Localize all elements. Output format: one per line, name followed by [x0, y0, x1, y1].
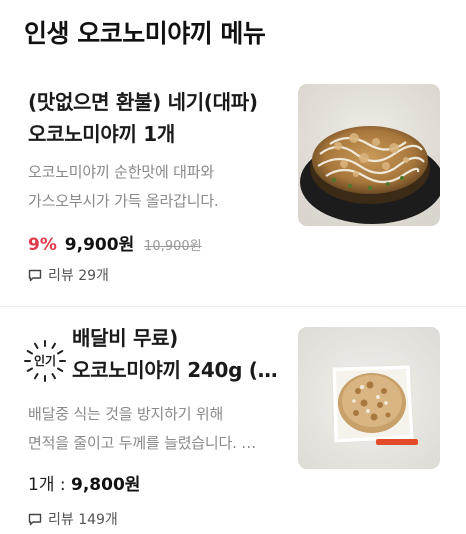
okonomiyaki-negi-image[interactable]: [298, 84, 440, 226]
menu-item[interactable]: (맛없으면 환불) 네기(대파) 오코노미야끼 1개 오코노미야끼 순한맛에 대…: [0, 80, 466, 306]
menu-item-price-row: 1개 : 9,800원: [28, 470, 140, 495]
menu-item-description: 배달중 식는 것을 방지하기 위해 면적을 줄이고 두께를 늘렸습니다. …: [28, 400, 286, 458]
menu-item-name-line1: (맛없으면 환불) 네기(대파): [28, 90, 258, 114]
menu-item-price-row: 9% 9,900원 10,900원: [28, 230, 202, 255]
menu-item-description-line1: 배달중 식는 것을 방지하기 위해: [28, 405, 224, 423]
menu-item-name: (맛없으면 환불) 네기(대파) 오코노미야끼 1개: [28, 86, 290, 150]
okonomiyaki-negi-photo: [298, 84, 440, 226]
quantity-label: 1개 :: [28, 475, 71, 495]
sale-price: 9,900원: [64, 235, 135, 255]
discount-rate: 9%: [28, 235, 57, 255]
okonomiyaki-box-image[interactable]: [298, 327, 440, 469]
sale-price: 9,800원: [71, 475, 141, 495]
review-count-label: 리뷰 149개: [48, 512, 118, 528]
menu-item-description-line2: 면적을 줄이고 두께를 늘렸습니다. …: [28, 434, 257, 452]
original-price: 10,900원: [144, 239, 202, 254]
popular-badge-label: 인기: [33, 354, 57, 368]
okonomiyaki-box-photo: [298, 327, 440, 469]
menu-item-description-line1: 오코노미야끼 순한맛에 대파와: [28, 163, 214, 181]
menu-item-description-line2: 가스오부시가 가득 올라갑니다.: [28, 192, 219, 210]
review-count-label: 리뷰 29개: [48, 268, 109, 284]
menu-item-description: 오코노미야끼 순한맛에 대파와 가스오부시가 가득 올라갑니다.: [28, 158, 288, 216]
menu-item[interactable]: 인기 배달비 무료) 오코노미야끼 240g (… 배달중 식는 것을 방지하기…: [0, 320, 466, 534]
speech-bubble-icon: [28, 269, 42, 281]
speech-bubble-icon: [28, 513, 42, 525]
menu-item-name-line2: 오코노미야끼 240g (…: [72, 358, 278, 382]
divider: [0, 306, 466, 307]
review-count[interactable]: 리뷰 149개: [28, 509, 118, 529]
review-count[interactable]: 리뷰 29개: [28, 265, 109, 285]
menu-item-name-line2: 오코노미야끼 1개: [28, 122, 175, 146]
popular-badge: 인기: [22, 338, 68, 384]
section-title: 인생 오코노미야끼 메뉴: [24, 19, 266, 48]
menu-item-name-line1: 배달비 무료): [72, 326, 179, 350]
menu-item-name: 배달비 무료) 오코노미야끼 240g (…: [72, 322, 288, 386]
